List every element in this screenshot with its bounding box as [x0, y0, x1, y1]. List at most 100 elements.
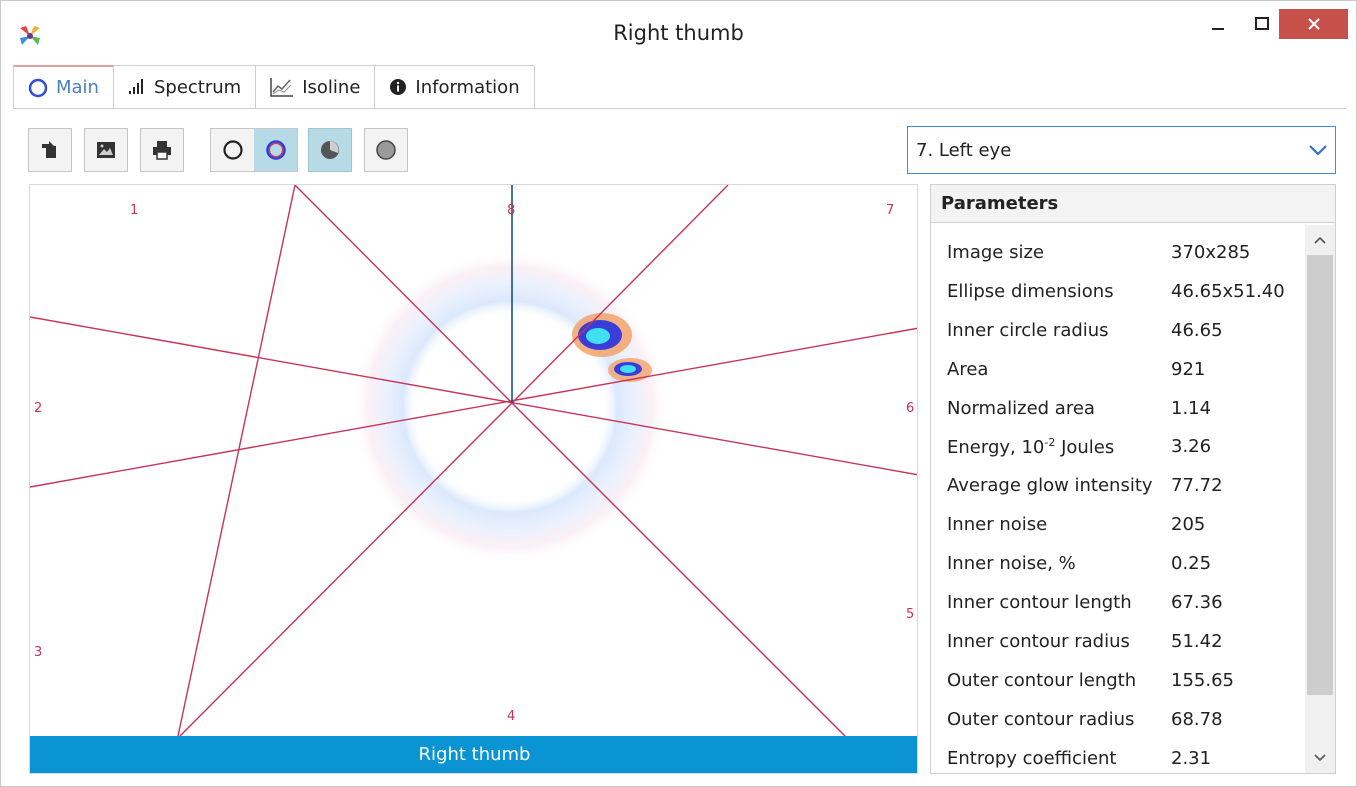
energy-label-pre: Energy, 10	[947, 436, 1045, 458]
title-bar: Right thumb	[1, 1, 1356, 61]
minimize-icon	[1212, 28, 1224, 30]
canvas-caption: Right thumb	[30, 736, 917, 773]
scroll-down-button[interactable]	[1305, 743, 1335, 773]
param-row: Ellipse dimensions 46.65x51.40	[931, 272, 1303, 311]
line-chart-icon	[270, 77, 294, 97]
organ-select-value: 7. Left eye	[916, 139, 1012, 161]
sector-diagram	[30, 185, 917, 737]
param-label: Outer contour radius	[947, 708, 1135, 730]
parameters-scrollbar[interactable]	[1305, 225, 1335, 773]
param-value: 51.42	[1171, 630, 1223, 652]
param-label: Outer contour length	[947, 669, 1137, 691]
close-button[interactable]	[1279, 9, 1348, 39]
param-value: 921	[1171, 358, 1206, 380]
param-row: Outer contour length 155.65	[931, 661, 1303, 700]
sector-label-5: 5	[906, 607, 915, 622]
filled-view-button[interactable]	[364, 128, 408, 172]
param-row: Area 921	[931, 350, 1303, 389]
scroll-thumb[interactable]	[1307, 255, 1333, 695]
chevron-down-icon	[1314, 754, 1326, 762]
param-row: Inner contour radius 51.42	[931, 622, 1303, 661]
bar-chart-icon	[128, 79, 146, 95]
circle-black-icon	[222, 140, 243, 160]
tab-main-label: Main	[56, 77, 99, 98]
close-icon	[1307, 18, 1320, 30]
window-title: Right thumb	[613, 21, 744, 45]
pie-icon	[321, 141, 339, 159]
param-value: 46.65x51.40	[1171, 280, 1285, 302]
contour-black-button[interactable]	[211, 129, 254, 171]
sector-label-6: 6	[906, 401, 915, 416]
param-row: Inner noise 205	[931, 505, 1303, 544]
maximize-button[interactable]	[1245, 9, 1279, 39]
param-value: 3.26	[1171, 436, 1212, 458]
tab-spectrum[interactable]: Spectrum	[113, 65, 257, 109]
tab-bar: Main Spectrum Isoline Information	[13, 65, 535, 109]
param-label: Inner noise	[947, 514, 1048, 536]
parameters-list: Image size 370x285 Ellipse dimensions 46.6…	[931, 233, 1303, 773]
param-label: Normalized area	[947, 397, 1095, 419]
param-row: Inner circle radius 46.65	[931, 311, 1303, 350]
energy-label-exponent: -2	[1044, 435, 1056, 449]
contour-mode-group	[210, 128, 298, 172]
param-row: Image size 370x285	[931, 233, 1303, 272]
param-label: Inner noise, %	[947, 553, 1076, 575]
export-icon	[42, 141, 56, 158]
param-row: Entropy coefficient 2.31	[931, 739, 1303, 773]
energy-label-post: Joules	[1055, 436, 1115, 458]
circle-outline-icon	[28, 78, 48, 98]
param-label: Inner contour radius	[947, 630, 1130, 652]
contour-color-button[interactable]	[254, 129, 297, 171]
maximize-icon	[1255, 17, 1269, 30]
parameters-header: Parameters	[931, 185, 1335, 223]
save-image-button[interactable]	[84, 128, 128, 172]
tab-divider	[13, 108, 1346, 109]
param-label: Ellipse dimensions	[947, 280, 1114, 302]
param-value: 0.25	[1171, 553, 1212, 575]
param-value: 46.65	[1171, 319, 1223, 341]
chevron-up-icon	[1314, 236, 1326, 244]
filled-circle-icon	[376, 140, 396, 160]
sector-label-1: 1	[130, 203, 139, 218]
param-row: Inner noise, % 0.25	[931, 544, 1303, 583]
tab-information[interactable]: Information	[375, 65, 535, 109]
minimize-button[interactable]	[1201, 9, 1235, 39]
sector-label-2: 2	[34, 401, 43, 416]
tab-isoline[interactable]: Isoline	[256, 65, 376, 109]
print-icon	[153, 141, 171, 160]
export-button[interactable]	[28, 128, 72, 172]
tab-information-label: Information	[415, 76, 520, 98]
param-value: 370x285	[1171, 241, 1251, 263]
param-value: 1.14	[1171, 397, 1212, 419]
sector-label-7: 7	[886, 203, 895, 218]
param-label: Area	[947, 358, 989, 380]
parameters-panel: Parameters Image size 370x285 Ellipse dim…	[930, 184, 1336, 774]
param-row: Average glow intensity 77.72	[931, 466, 1303, 505]
param-label: Inner contour length	[947, 591, 1132, 613]
param-value: 68.78	[1171, 708, 1223, 730]
print-button[interactable]	[140, 128, 184, 172]
param-row: Inner contour length 67.36	[931, 583, 1303, 622]
tab-main[interactable]: Main	[13, 65, 114, 109]
param-value: 155.65	[1171, 669, 1234, 691]
param-row: Energy, 10-2 Joules 3.26	[931, 427, 1303, 466]
param-row: Outer contour radius 68.78	[931, 700, 1303, 739]
circle-blue-red-icon	[265, 140, 286, 160]
param-label: Image size	[947, 241, 1044, 263]
param-label: Inner circle radius	[947, 319, 1109, 341]
sector-view-button[interactable]	[308, 128, 352, 172]
tab-spectrum-label: Spectrum	[153, 76, 242, 98]
param-value: 77.72	[1171, 475, 1223, 497]
param-label: Energy, 10-2 Joules	[931, 436, 1171, 458]
sector-label-4: 4	[507, 709, 516, 724]
organ-select[interactable]: 7. Left eye	[907, 126, 1336, 174]
sector-label-8: 8	[507, 203, 516, 218]
tab-isoline-label: Isoline	[302, 76, 361, 98]
param-row: Normalized area 1.14	[931, 389, 1303, 428]
param-value: 2.31	[1171, 747, 1212, 769]
scroll-up-button[interactable]	[1305, 225, 1335, 255]
param-value: 67.36	[1171, 591, 1223, 613]
bio-image-canvas[interactable]: 1 2 3 4 5 6 7 8 Right thumb	[29, 184, 918, 774]
info-circle-icon	[389, 78, 407, 96]
sector-label-3: 3	[34, 645, 43, 660]
